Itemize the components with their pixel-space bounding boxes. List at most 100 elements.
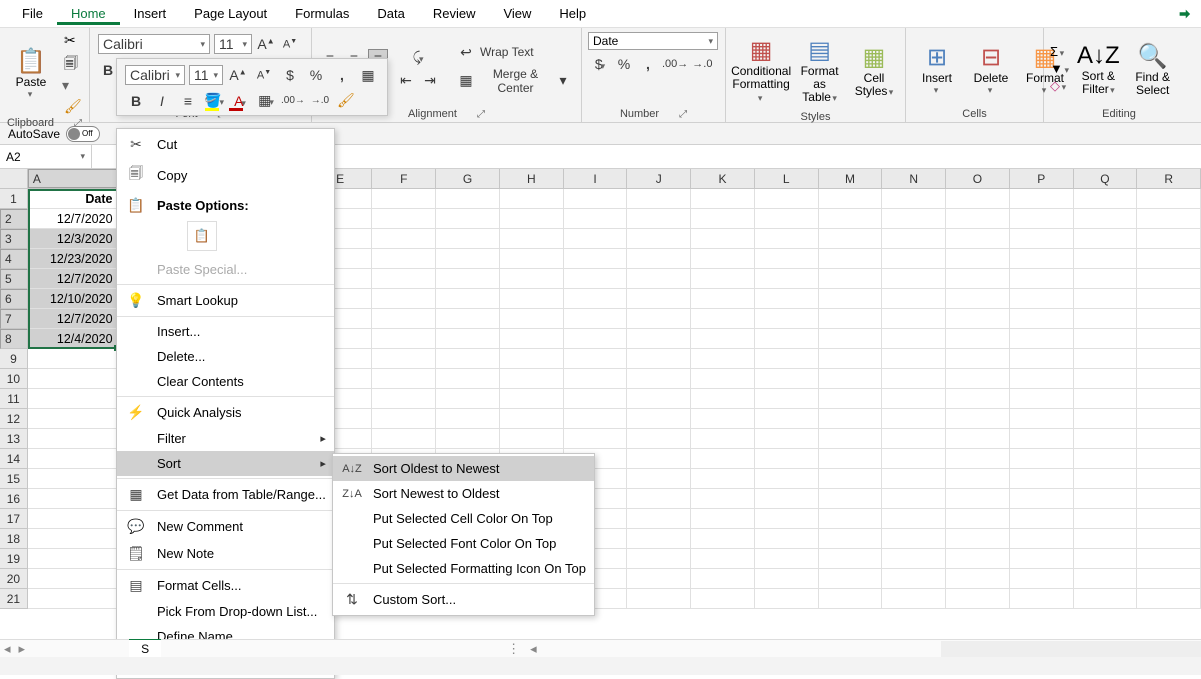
cell[interactable] (372, 389, 436, 409)
column-header[interactable]: F (372, 169, 436, 188)
cell[interactable] (882, 509, 946, 529)
row-header[interactable]: 3 (0, 229, 28, 249)
mini-decrease-font-icon[interactable]: A▼ (253, 69, 275, 82)
cell[interactable] (500, 289, 564, 309)
row-header[interactable]: 10 (0, 369, 28, 389)
cut-icon[interactable]: ✂ (64, 32, 83, 49)
cell[interactable] (691, 229, 755, 249)
cell[interactable] (882, 529, 946, 549)
cell[interactable] (946, 189, 1010, 209)
cell[interactable] (882, 489, 946, 509)
cell[interactable] (28, 569, 118, 589)
ctx-pick-from-list[interactable]: Pick From Drop-down List... (117, 599, 334, 624)
cell[interactable] (755, 509, 819, 529)
cell[interactable] (755, 189, 819, 209)
mini-italic-button[interactable]: I (151, 93, 173, 109)
cell[interactable] (882, 429, 946, 449)
cell[interactable] (819, 389, 883, 409)
cell[interactable] (500, 249, 564, 269)
cell[interactable]: 12/4/2020 (28, 329, 118, 349)
row-header[interactable]: 5 (0, 269, 28, 289)
font-size-select[interactable]: 11▾ (214, 34, 252, 54)
number-format-select[interactable]: Date▾ (588, 32, 718, 50)
menu-help[interactable]: Help (545, 2, 600, 25)
cell[interactable] (882, 249, 946, 269)
cell[interactable] (1137, 349, 1201, 369)
cell[interactable] (946, 409, 1010, 429)
cell[interactable] (882, 229, 946, 249)
cell[interactable] (372, 429, 436, 449)
cell[interactable] (882, 589, 946, 609)
cell[interactable] (691, 469, 755, 489)
cell[interactable] (627, 529, 691, 549)
cell[interactable] (28, 489, 118, 509)
cell[interactable] (691, 589, 755, 609)
cell[interactable] (500, 269, 564, 289)
cell[interactable] (564, 309, 628, 329)
cell[interactable] (946, 509, 1010, 529)
cell[interactable] (691, 549, 755, 569)
share-icon[interactable] (1163, 3, 1193, 25)
cell[interactable] (755, 369, 819, 389)
cell[interactable] (946, 309, 1010, 329)
cell[interactable] (564, 249, 628, 269)
cell[interactable] (1074, 369, 1138, 389)
menu-data[interactable]: Data (363, 2, 418, 25)
cell[interactable] (436, 429, 500, 449)
mini-merge-icon[interactable]: ▦ (357, 67, 379, 84)
row-header[interactable]: 18 (0, 529, 28, 549)
column-header[interactable]: M (819, 169, 883, 188)
mini-comma-icon[interactable]: , (331, 67, 353, 83)
cell[interactable] (946, 389, 1010, 409)
sheet-tab[interactable]: S (129, 639, 161, 658)
cell[interactable] (372, 369, 436, 389)
cell[interactable] (691, 489, 755, 509)
cell[interactable] (564, 389, 628, 409)
cell[interactable] (1074, 329, 1138, 349)
cell[interactable] (1010, 529, 1074, 549)
cell[interactable] (946, 249, 1010, 269)
cell[interactable] (627, 349, 691, 369)
cell[interactable] (1010, 269, 1074, 289)
mini-format-painter-icon[interactable]: 🖌 (335, 92, 357, 109)
cell[interactable] (1010, 349, 1074, 369)
cell[interactable] (500, 209, 564, 229)
cell[interactable] (819, 549, 883, 569)
cell[interactable]: 12/23/2020 (28, 249, 118, 269)
cell[interactable] (819, 249, 883, 269)
cell[interactable] (819, 469, 883, 489)
ctx-filter[interactable]: Filter▸ (117, 426, 334, 451)
paste-button[interactable]: 📋 Paste ▾ (6, 32, 56, 115)
cell[interactable] (946, 229, 1010, 249)
cell[interactable] (28, 429, 118, 449)
cell[interactable] (500, 429, 564, 449)
mini-align-icon[interactable]: ≡ (177, 93, 199, 109)
cell[interactable] (691, 249, 755, 269)
cell[interactable] (882, 369, 946, 389)
cell[interactable] (946, 329, 1010, 349)
cell[interactable] (882, 549, 946, 569)
cell[interactable] (691, 369, 755, 389)
insert-cells-button[interactable]: ⊞ Insert▾ (912, 32, 962, 106)
cell[interactable] (691, 509, 755, 529)
column-header[interactable]: J (627, 169, 691, 188)
cell[interactable] (436, 349, 500, 369)
row-header[interactable]: 14 (0, 449, 28, 469)
cell[interactable] (946, 569, 1010, 589)
cell[interactable] (28, 529, 118, 549)
cell[interactable] (819, 189, 883, 209)
cell[interactable] (627, 409, 691, 429)
cell[interactable] (1137, 269, 1201, 289)
cell[interactable] (436, 389, 500, 409)
cell[interactable] (946, 289, 1010, 309)
cell[interactable] (1010, 449, 1074, 469)
horizontal-scrollbar[interactable] (941, 641, 1201, 657)
cell[interactable] (819, 529, 883, 549)
cell[interactable] (1074, 549, 1138, 569)
cell[interactable] (564, 369, 628, 389)
cell[interactable] (882, 269, 946, 289)
cell[interactable] (819, 369, 883, 389)
mini-increase-font-icon[interactable]: A▲ (227, 67, 249, 83)
row-header[interactable]: 12 (0, 409, 28, 429)
cell[interactable] (500, 229, 564, 249)
